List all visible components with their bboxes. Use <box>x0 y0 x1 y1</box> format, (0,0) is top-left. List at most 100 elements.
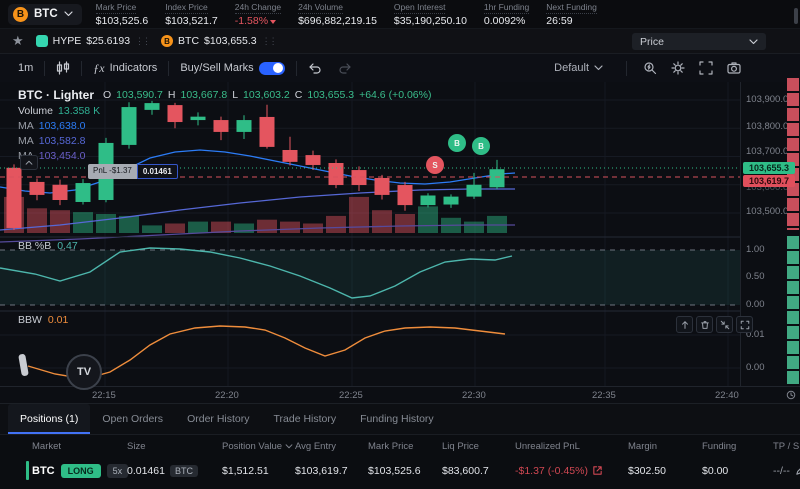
entry-price-badge: 103,619.7 <box>743 175 795 187</box>
watchlist-item-hype[interactable]: HYPE $25.6193 ⋮⋮ <box>36 35 149 47</box>
redo-icon <box>338 62 352 74</box>
volume-bar <box>27 208 47 233</box>
position-size-text: 0.01461 <box>137 164 178 179</box>
tab-open-orders[interactable]: Open Orders <box>90 404 175 434</box>
bbw-pane-label: BBW0.01 <box>18 314 68 326</box>
tab-funding-history[interactable]: Funding History <box>348 404 446 434</box>
chevron-down-icon <box>594 65 603 71</box>
volume-bar <box>119 216 139 233</box>
watchlist-item-btc[interactable]: B BTC $103,655.3 ⋮⋮ <box>161 35 276 47</box>
time-label: 22:30 <box>462 390 486 401</box>
chevron-down-icon <box>749 39 758 45</box>
template-selector[interactable]: Default <box>546 57 611 79</box>
time-label: 22:35 <box>592 390 616 401</box>
stat-next-funding: Next Funding26:59 <box>546 2 597 27</box>
panel-tabs: Positions (1)Open OrdersOrder HistoryTra… <box>0 404 800 435</box>
candle-body <box>398 185 413 205</box>
pane-delete-button[interactable] <box>696 316 713 333</box>
tradingview-logo[interactable]: TV <box>66 354 102 390</box>
volume-bar <box>280 222 300 233</box>
btc-coin-icon: B <box>161 35 173 47</box>
candle-body <box>352 170 367 185</box>
pane-maximize-button[interactable] <box>736 316 753 333</box>
clock-icon[interactable] <box>786 390 796 403</box>
svg-text:B: B <box>454 139 460 148</box>
volume-bar <box>96 214 116 233</box>
svg-text:S: S <box>432 161 438 170</box>
candle-body <box>444 197 459 205</box>
candlestick-icon <box>56 61 70 75</box>
legend-collapse-button[interactable] <box>20 155 38 170</box>
fx-icon: ƒx <box>93 61 104 76</box>
close-value: 103,655.3 <box>307 89 354 101</box>
bb-pane-label: BB %B0.47 <box>18 240 78 252</box>
market-selector[interactable]: B BTC <box>8 4 82 25</box>
edit-pencil-icon[interactable] <box>795 465 800 476</box>
undo-button[interactable] <box>300 57 330 79</box>
tab-positions-1-[interactable]: Positions (1) <box>8 404 90 434</box>
hype-coin-icon <box>36 35 48 47</box>
chart-title: BTC · Lighter <box>18 88 94 102</box>
funding-cell: $0.00 <box>702 465 773 477</box>
watchlist-price: $25.6193 <box>86 35 130 47</box>
volume-bar <box>464 222 484 233</box>
candle-body <box>421 195 436 205</box>
share-pnl-icon[interactable] <box>592 465 603 476</box>
column-mark-price: Mark Price <box>368 441 442 452</box>
change-value: +64.6 (+0.06%) <box>359 89 431 101</box>
pane-collapse-button[interactable] <box>716 316 733 333</box>
chevron-down-icon <box>64 11 73 17</box>
orderbook-asks-strip <box>787 78 799 230</box>
tab-trade-history[interactable]: Trade History <box>262 404 349 434</box>
arrow-up-icon <box>680 320 690 330</box>
leverage-badge: 5x <box>107 464 129 478</box>
volume-bar <box>395 214 415 233</box>
axis-label: 103,900.0 <box>746 94 788 105</box>
price-display-selector[interactable]: Price <box>632 33 766 50</box>
buy-sell-marks-toggle[interactable] <box>259 62 285 75</box>
quick-search-icon[interactable] <box>642 60 658 76</box>
size-asset-chip: BTC <box>170 465 198 477</box>
chart-legend: BTC · Lighter O103,590.7 H103,667.8 L103… <box>18 86 431 163</box>
high-value: 103,667.8 <box>180 89 227 101</box>
position-row[interactable]: BTC LONG 5x 0.01461BTC $1,512.51 $103,61… <box>0 457 800 484</box>
candle-body <box>375 178 390 195</box>
trading-app: B BTC Mark Price$103,525.6Index Price$10… <box>0 0 800 489</box>
buy-sell-marks-toggle-row: Buy/Sell Marks <box>172 57 292 79</box>
axis-label: 0.00 <box>746 362 765 373</box>
camera-snapshot-icon[interactable] <box>726 60 742 76</box>
pane-controls <box>676 316 753 333</box>
column-margin: Margin <box>628 441 702 452</box>
chart-style-button[interactable] <box>48 57 78 79</box>
positions-panel: Positions (1)Open OrdersOrder HistoryTra… <box>0 403 800 489</box>
margin-cell: $302.50 <box>628 465 702 477</box>
time-axis[interactable]: 22:1522:2022:2522:3022:3522:40 <box>0 386 800 404</box>
open-value: 103,590.7 <box>116 89 163 101</box>
size-cell: 0.01461BTC <box>127 465 222 477</box>
axis-label: 103,700.0 <box>746 146 788 157</box>
volume-bar <box>142 225 162 233</box>
drag-handle-icon[interactable]: ⋮⋮ <box>135 36 149 47</box>
pane-move-up-button[interactable] <box>676 316 693 333</box>
column-position-value[interactable]: Position Value <box>222 441 295 452</box>
column-tp-sl: TP / SL <box>773 441 800 452</box>
chart-area[interactable]: SBB BTC · Lighter O103,590.7 H103,667.8 … <box>0 82 740 386</box>
scrollbar-thumb[interactable] <box>794 8 798 24</box>
redo-button[interactable] <box>330 57 360 79</box>
candle-body <box>490 169 505 187</box>
fullscreen-icon[interactable] <box>698 60 714 76</box>
indicators-button[interactable]: ƒx Indicators <box>85 57 165 79</box>
favorites-star-icon[interactable]: ★ <box>12 33 24 49</box>
drag-handle-icon[interactable]: ⋮⋮ <box>262 36 276 47</box>
triangle-down-icon <box>270 20 276 24</box>
candle-body <box>30 182 45 195</box>
ma1-value: 103,638.0 <box>39 120 86 132</box>
ma2-value: 103,582.8 <box>39 135 86 147</box>
mark-price-cell: $103,525.6 <box>368 465 442 477</box>
settings-gear-icon[interactable] <box>670 60 686 76</box>
chevron-up-icon <box>25 160 33 165</box>
stat-24h-change: 24h Change-1.58% <box>235 2 281 27</box>
position-pnl-label[interactable]: PnL -$1.37 0.01461 <box>88 164 178 179</box>
tab-order-history[interactable]: Order History <box>175 404 261 434</box>
interval-button[interactable]: 1m <box>10 57 41 79</box>
